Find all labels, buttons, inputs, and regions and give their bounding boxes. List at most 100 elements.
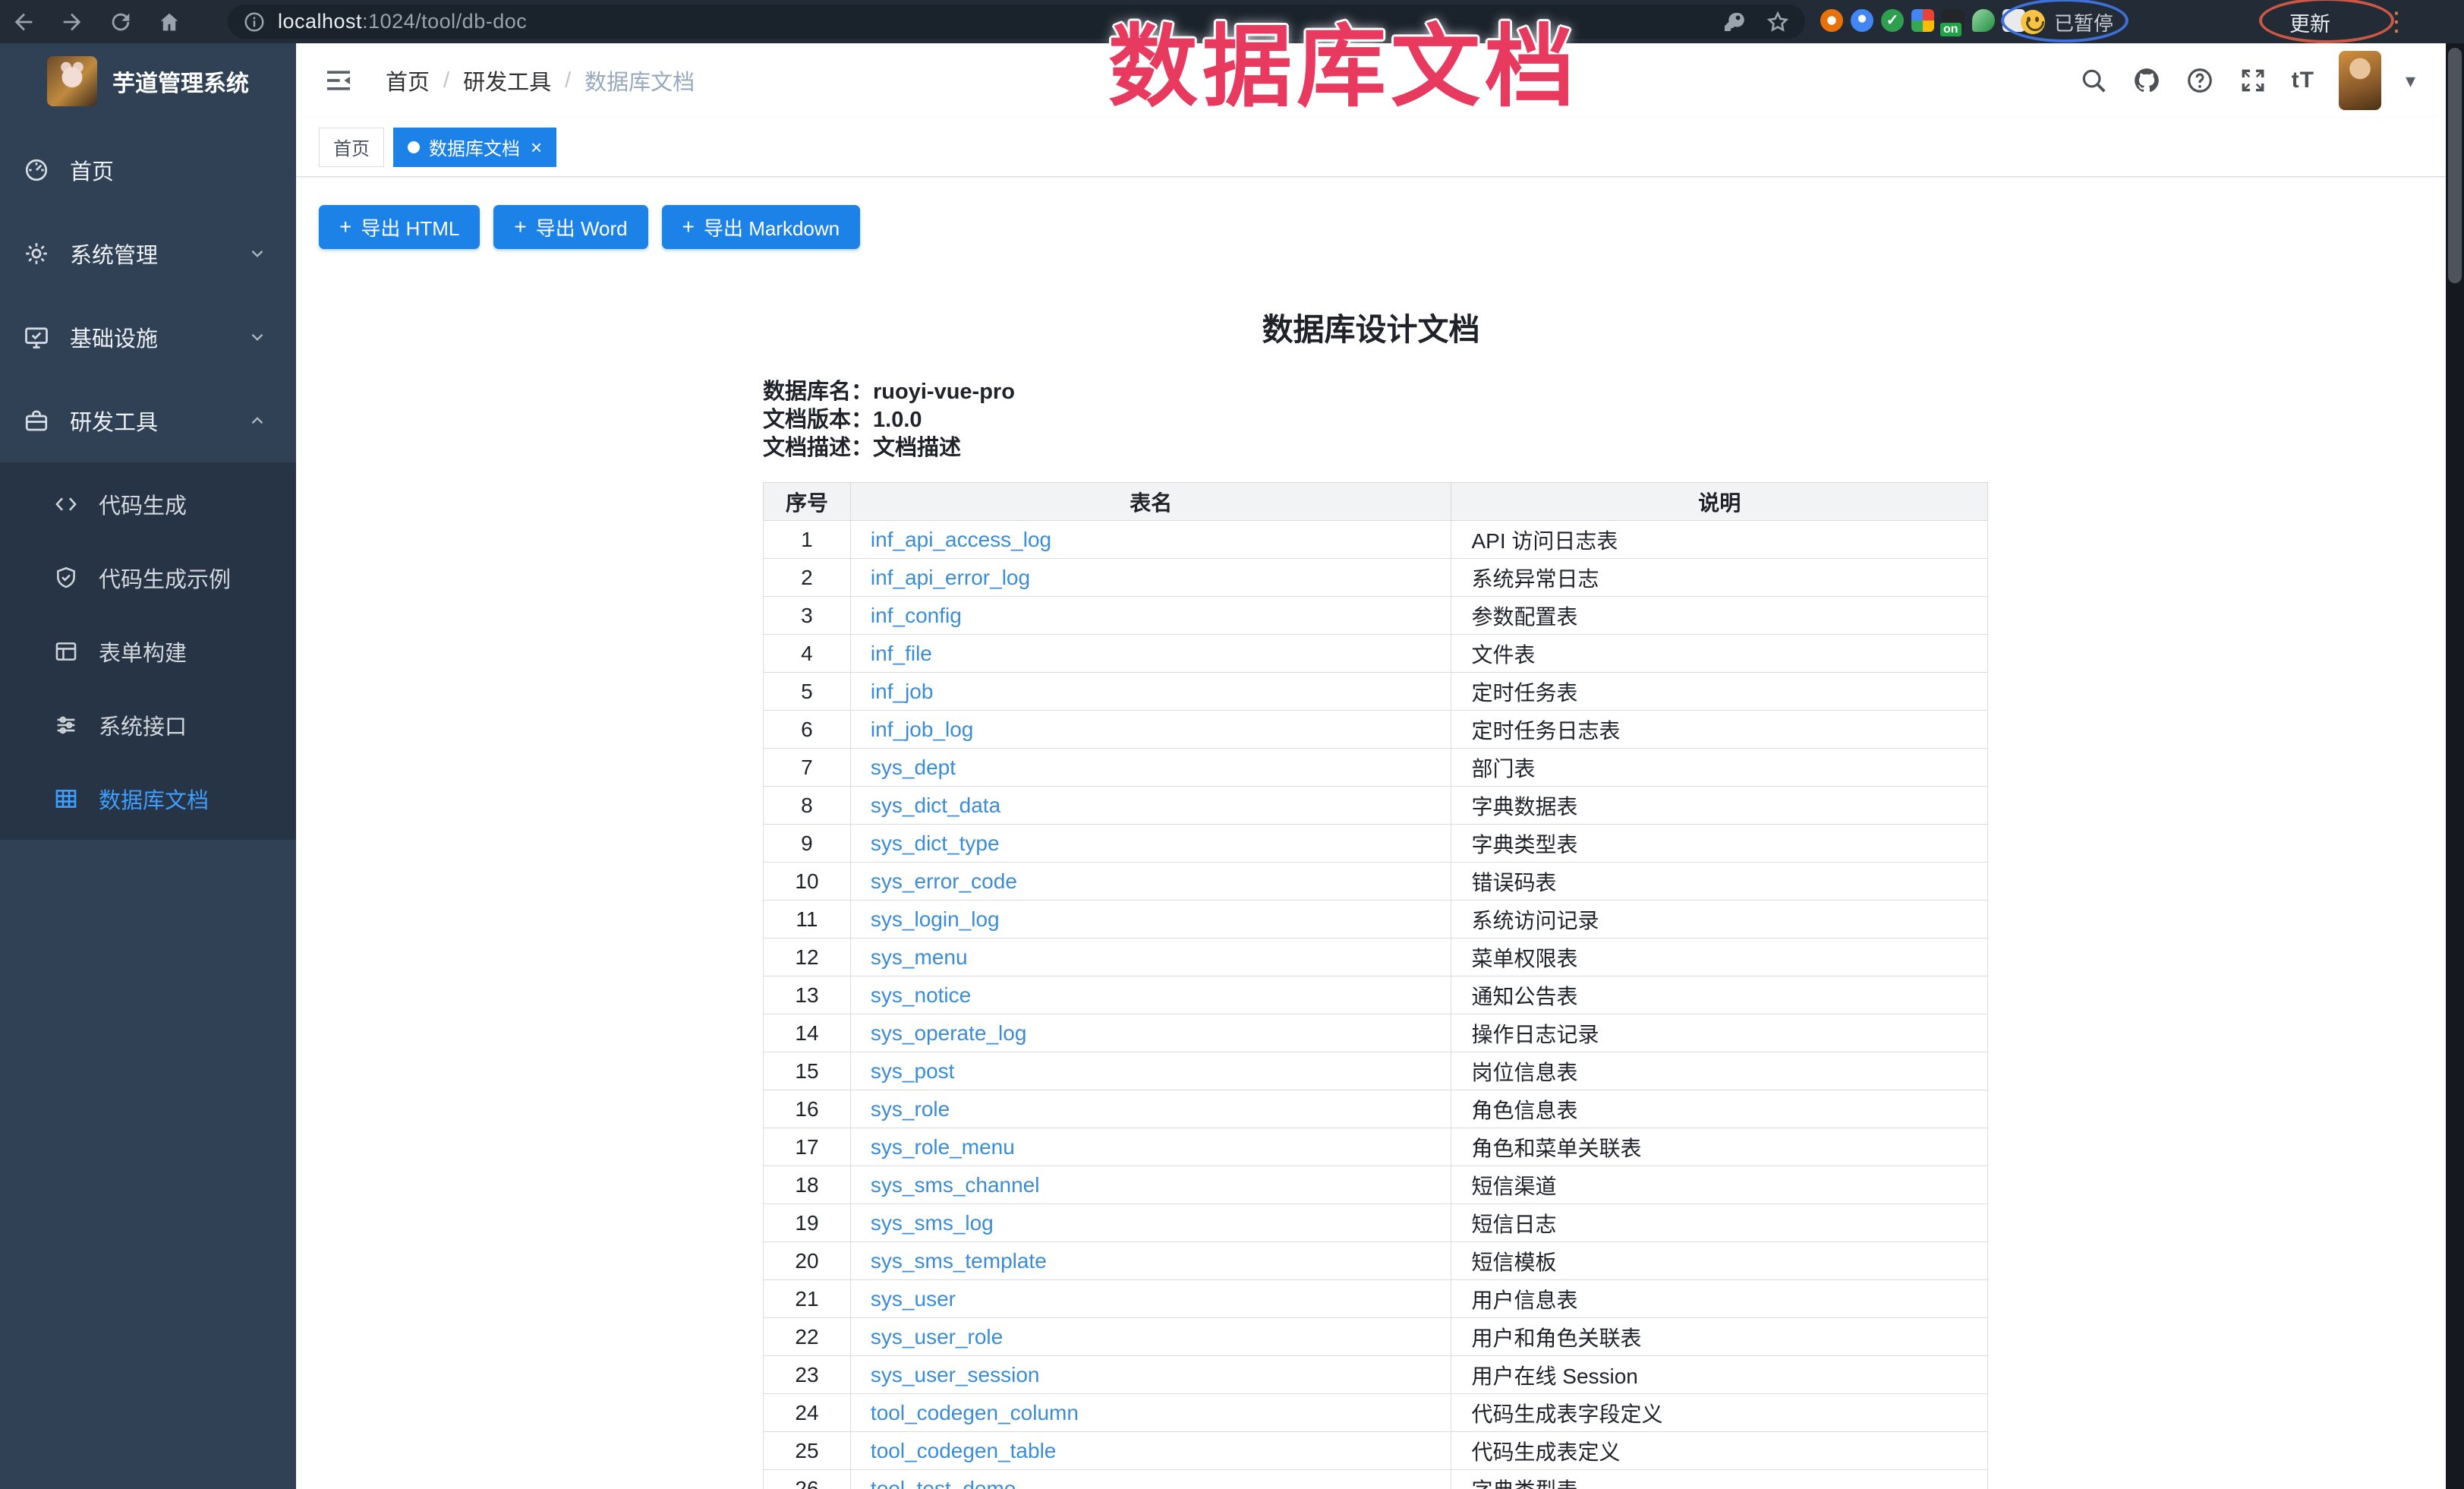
github-icon[interactable] (2132, 66, 2161, 95)
table-name-link[interactable]: tool_codegen_column (871, 1401, 1079, 1424)
table-name-link[interactable]: sys_role (871, 1097, 950, 1121)
sidebar-item-home[interactable]: 首页 (0, 128, 296, 212)
extension-color-icon[interactable] (1911, 9, 1934, 32)
tag-item[interactable]: 首页 (319, 128, 384, 167)
sidebar-item-system[interactable]: 系统管理 (0, 212, 296, 295)
browser-update-button[interactable]: 更新 (2279, 6, 2341, 38)
password-key-icon[interactable] (1722, 10, 1746, 34)
tag-active[interactable]: 数据库文档× (393, 128, 556, 167)
table-name-cell: tool_test_demo (850, 1470, 1451, 1489)
breadcrumb-item[interactable]: 研发工具 (463, 65, 551, 96)
table-name-link[interactable]: inf_file (871, 642, 932, 665)
table-name-cell: inf_file (850, 635, 1451, 673)
table-name-link[interactable]: sys_post (871, 1059, 955, 1083)
search-icon[interactable] (2079, 66, 2108, 95)
row-number-cell: 18 (764, 1166, 851, 1204)
browser-back-icon[interactable] (11, 9, 36, 35)
table-name-link[interactable]: sys_menu (871, 945, 968, 969)
scrollbar-thumb[interactable] (2448, 48, 2462, 283)
table-desc-cell: 字典数据表 (1451, 787, 1988, 825)
table-name-link[interactable]: inf_job (871, 680, 934, 703)
infra-icon (23, 323, 50, 351)
url-host: localhost (278, 10, 362, 33)
table-name-link[interactable]: sys_dict_type (871, 831, 1000, 855)
table-name-link[interactable]: sys_user (871, 1287, 956, 1311)
table-name-link[interactable]: inf_job_log (871, 718, 973, 741)
table-name-link[interactable]: sys_role_menu (871, 1135, 1015, 1159)
avatar-caret-down-icon[interactable]: ▾ (2406, 69, 2415, 93)
sidebar-item-api-doc[interactable]: 系统接口 (0, 688, 296, 762)
row-number-cell: 3 (764, 597, 851, 635)
table-name-link[interactable]: tool_codegen_table (871, 1439, 1056, 1462)
paused-extension-chip[interactable]: 已暂停 (2013, 6, 2121, 38)
code-icon (53, 491, 79, 517)
url-text[interactable]: localhost:1024/tool/db-doc (278, 10, 527, 33)
table-name-link[interactable]: sys_error_code (871, 869, 1017, 893)
table-name-link[interactable]: sys_user_session (871, 1363, 1040, 1386)
document-title: 数据库设计文档 (296, 304, 2446, 349)
table-name-link[interactable]: sys_sms_log (871, 1211, 994, 1235)
shield-check-icon (53, 565, 79, 591)
table-name-link[interactable]: tool_test_demo (871, 1477, 1016, 1489)
tags-view: 首页数据库文档× (296, 118, 2446, 177)
user-avatar[interactable] (2339, 51, 2381, 110)
browser-reload-icon[interactable] (108, 9, 134, 35)
sidebar-item-db-doc[interactable]: 数据库文档 (0, 762, 296, 835)
table-name-link[interactable]: sys_sms_channel (871, 1173, 1040, 1197)
sidebar-item-form-builder[interactable]: 表单构建 (0, 614, 296, 688)
extension-orange-icon[interactable] (1820, 9, 1843, 32)
table-name-link[interactable]: inf_api_access_log (871, 528, 1051, 551)
browser-home-icon[interactable] (156, 9, 182, 35)
table-name-link[interactable]: sys_notice (871, 983, 971, 1007)
extension-sprout-icon[interactable] (1972, 9, 1995, 32)
browser-menu-icon[interactable]: ⋮ (2384, 0, 2409, 43)
help-icon[interactable] (2185, 66, 2214, 95)
table-row: 5inf_job定时任务表 (764, 673, 1988, 711)
document-meta: 数据库名：ruoyi-vue-pro文档版本：1.0.0文档描述：文档描述 (763, 378, 1015, 462)
browser-forward-icon[interactable] (59, 9, 85, 35)
extension-check-icon[interactable]: ✓ (1881, 9, 1904, 32)
chevron-up-icon (247, 411, 267, 431)
row-number-cell: 20 (764, 1242, 851, 1280)
sidebar-item-devtools[interactable]: 研发工具 (0, 379, 296, 462)
table-name-link[interactable]: sys_dict_data (871, 793, 1000, 817)
export-button-2[interactable]: +导出 Markdown (662, 205, 861, 249)
fullscreen-icon[interactable] (2239, 66, 2267, 95)
extension-pin-icon[interactable] (1851, 9, 1873, 32)
meta-value: 1.0.0 (873, 408, 922, 432)
breadcrumb-item: 数据库文档 (584, 65, 695, 96)
tag-close-icon[interactable]: × (531, 137, 542, 157)
plus-icon: + (514, 215, 526, 239)
table-name-link[interactable]: sys_dept (871, 756, 956, 779)
toolbox-icon (23, 407, 50, 434)
table-desc-cell: API 访问日志表 (1451, 521, 1988, 559)
table-name-link[interactable]: inf_config (871, 604, 962, 627)
table-row: 8sys_dict_data字典数据表 (764, 787, 1988, 825)
app-logo-image (47, 56, 97, 106)
app-navbar: 首页/研发工具/数据库文档 tT ▾ (296, 43, 2446, 118)
sidebar-item-codegen-example[interactable]: 代码生成示例 (0, 541, 296, 614)
breadcrumb-item[interactable]: 首页 (386, 65, 430, 96)
table-desc-cell: 系统异常日志 (1451, 559, 1988, 597)
table-name-link[interactable]: sys_sms_template (871, 1249, 1047, 1273)
screenshot-root: localhost:1024/tool/db-doc ✓ on 已暂停 更新 ⋮… (0, 0, 2464, 1489)
sidebar-item-codegen[interactable]: 代码生成 (0, 467, 296, 541)
sidebar-fold-icon[interactable] (323, 65, 354, 96)
site-info-icon[interactable] (243, 11, 266, 33)
table-name-link[interactable]: sys_operate_log (871, 1021, 1026, 1045)
table-name-link[interactable]: sys_login_log (871, 907, 1000, 931)
table-name-cell: sys_user_role (850, 1318, 1451, 1356)
extension-on-icon[interactable]: on (1942, 9, 1965, 32)
address-bar[interactable]: localhost:1024/tool/db-doc (228, 5, 1805, 39)
sidebar-item-infra[interactable]: 基础设施 (0, 295, 296, 379)
table-name-link[interactable]: inf_api_error_log (871, 566, 1030, 589)
table-name-link[interactable]: sys_user_role (871, 1325, 1003, 1349)
bookmark-star-icon[interactable] (1766, 10, 1790, 34)
app-logo[interactable]: 芋道管理系统 (0, 43, 296, 119)
export-button-0[interactable]: +导出 HTML (319, 205, 480, 249)
export-button-1[interactable]: +导出 Word (493, 205, 648, 249)
table-row: 16sys_role角色信息表 (764, 1090, 1988, 1128)
table-row: 1inf_api_access_logAPI 访问日志表 (764, 521, 1988, 559)
page-scrollbar[interactable] (2446, 43, 2464, 1489)
font-size-icon[interactable]: tT (2292, 68, 2314, 93)
